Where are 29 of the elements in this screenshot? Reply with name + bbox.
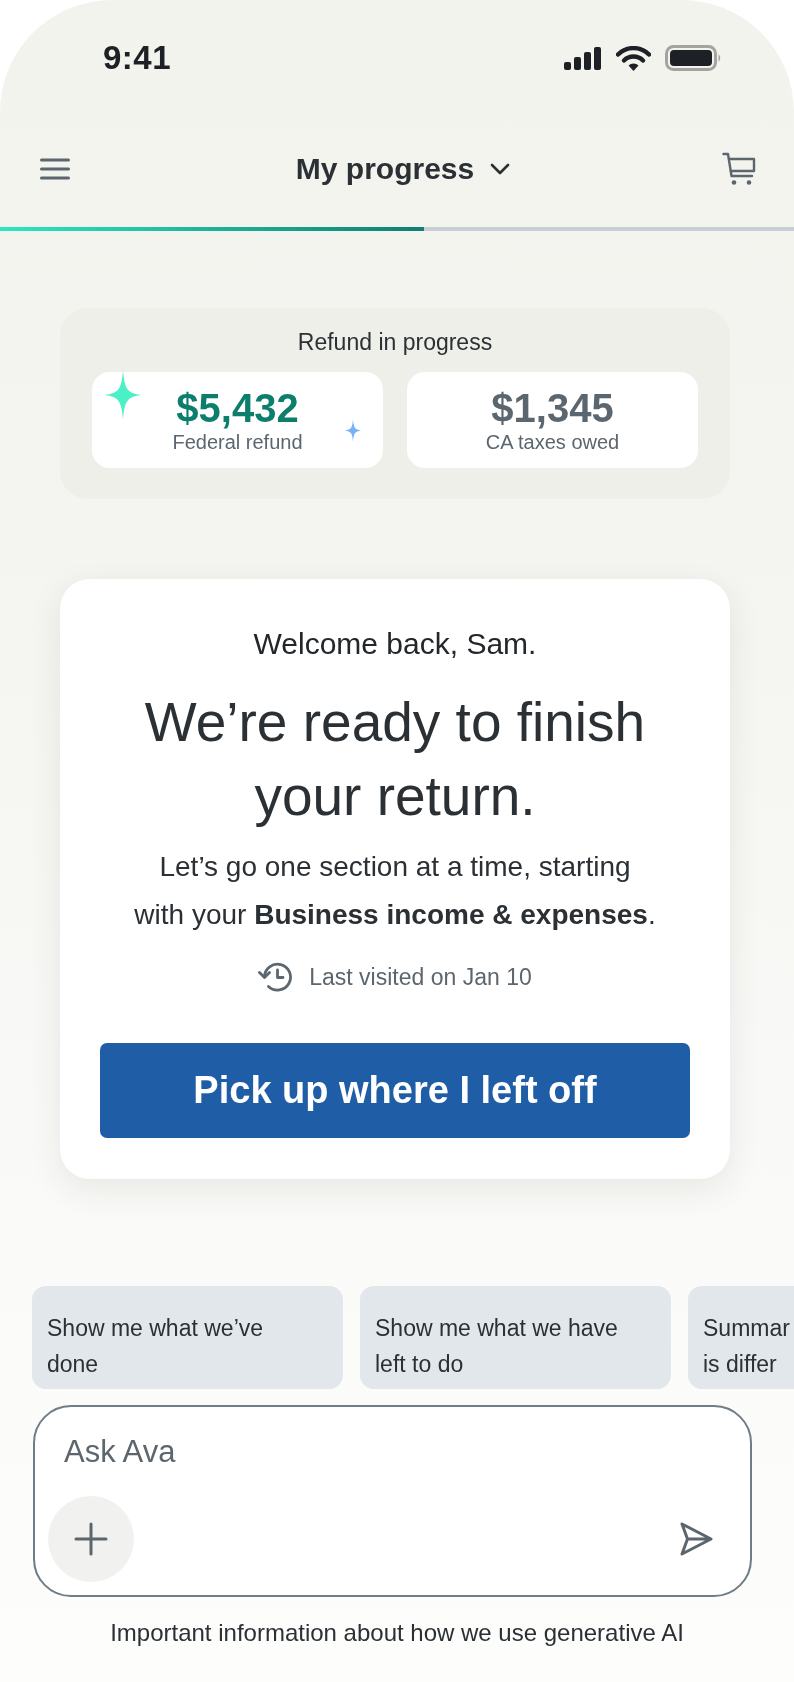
plus-icon: [74, 1522, 108, 1556]
intro-text: Let’s go one section at a time, starting with your Business income & expenses.: [133, 850, 657, 932]
chevron-down-icon: [490, 162, 511, 175]
cart-icon: [722, 151, 756, 186]
progress-dropdown[interactable]: My progress: [295, 146, 511, 191]
headline-text: We’re ready to finish your return.: [143, 690, 647, 829]
send-icon: [679, 1521, 714, 1557]
resume-button[interactable]: Pick up where I left off: [100, 1043, 690, 1138]
ai-info-link[interactable]: Important information about how we use generative AI: [110, 1619, 684, 1646]
signal-icon: [564, 46, 602, 70]
suggestion-chip[interactable]: Show me what we have left to do: [360, 1286, 671, 1389]
refund-label: Federal refund: [172, 430, 303, 454]
refund-amount: $5,432: [176, 386, 299, 430]
menu-button[interactable]: [40, 157, 70, 180]
menu-icon: [40, 157, 70, 180]
status-time: 9:41: [103, 39, 172, 77]
refund-amount: $1,345: [491, 386, 614, 430]
history-icon: [258, 961, 294, 993]
suggestion-chip[interactable]: Show me what we’ve done: [32, 1286, 343, 1389]
send-button[interactable]: [679, 1521, 714, 1557]
last-visited-text: Last visited on Jan 10: [309, 963, 532, 992]
refund-label: CA taxes owed: [485, 430, 620, 454]
battery-icon: [665, 45, 722, 71]
refund-title: Refund in progress: [296, 328, 494, 357]
greeting-text: Welcome back, Sam.: [253, 626, 537, 662]
cart-button[interactable]: [722, 151, 756, 186]
suggestion-chip[interactable]: Summar is differ: [688, 1286, 794, 1389]
chat-input[interactable]: Ask Ava: [48, 1431, 714, 1473]
wifi-icon: [616, 45, 651, 71]
